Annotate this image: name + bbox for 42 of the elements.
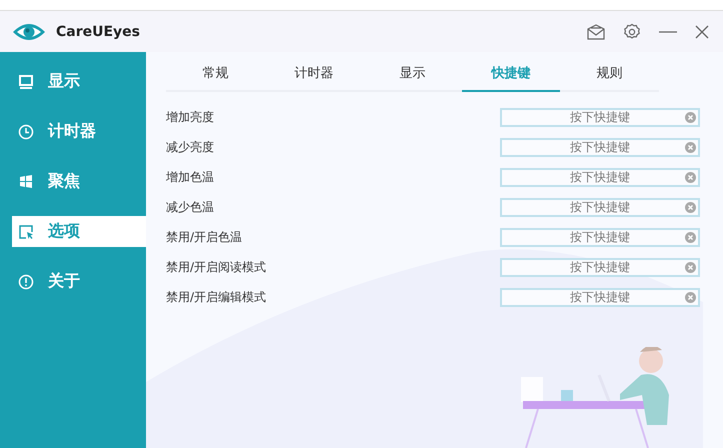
eye-logo-icon [12, 22, 46, 42]
clear-icon[interactable] [685, 202, 696, 212]
shortcut-label: 减少亮度 [166, 138, 215, 156]
windows-icon [18, 174, 34, 190]
shortcut-input-field[interactable]: 按下快捷键 [500, 198, 700, 216]
clear-icon[interactable] [685, 262, 696, 272]
shortcut-input-field[interactable]: 按下快捷键 [500, 168, 700, 186]
shortcut-label: 减少色温 [166, 198, 215, 216]
close-icon[interactable] [695, 24, 709, 38]
shortcut-input-field[interactable]: 按下快捷键 [500, 138, 700, 156]
sidebar-item[interactable]: 显示 [12, 66, 146, 97]
shortcut-label: 增加亮度 [166, 108, 215, 126]
sidebar-item[interactable]: 关于 [12, 266, 146, 297]
tab[interactable]: 常规 [166, 60, 265, 92]
tab[interactable]: 计时器 [264, 60, 364, 92]
clear-icon[interactable] [685, 112, 696, 122]
sidebar-item[interactable]: 聚焦 [12, 166, 146, 197]
shortcut-label: 禁用/开启编辑模式 [166, 288, 268, 306]
tab[interactable]: 快捷键 [462, 60, 560, 92]
app-title: CareUEyes [56, 24, 142, 40]
cursor-icon [18, 224, 34, 240]
shortcut-input-field[interactable]: 按下快捷键 [500, 288, 700, 306]
shortcut-input-field[interactable]: 按下快捷键 [500, 228, 700, 246]
settings-icon[interactable] [623, 22, 641, 40]
clear-icon[interactable] [685, 232, 696, 242]
shortcut-label: 增加色温 [166, 168, 215, 186]
clear-icon[interactable] [685, 172, 696, 182]
shortcut-label: 禁用/开启阅读模式 [166, 258, 268, 276]
minimize-icon[interactable] [659, 30, 677, 34]
mail-icon[interactable] [587, 24, 605, 40]
monitor-icon [18, 74, 34, 90]
info-icon [18, 274, 34, 290]
tab[interactable]: 显示 [363, 60, 462, 92]
shortcut-input-field[interactable]: 按下快捷键 [500, 258, 700, 276]
shortcut-label: 禁用/开启色温 [166, 228, 244, 246]
clock-icon [18, 124, 34, 140]
clear-icon[interactable] [685, 142, 696, 152]
sidebar-item[interactable]: 计时器 [12, 116, 146, 147]
clear-icon[interactable] [685, 292, 696, 302]
shortcut-input-field[interactable]: 按下快捷键 [500, 108, 700, 126]
sidebar-item[interactable]: 选项 [12, 216, 146, 247]
tab[interactable]: 规则 [560, 60, 659, 92]
